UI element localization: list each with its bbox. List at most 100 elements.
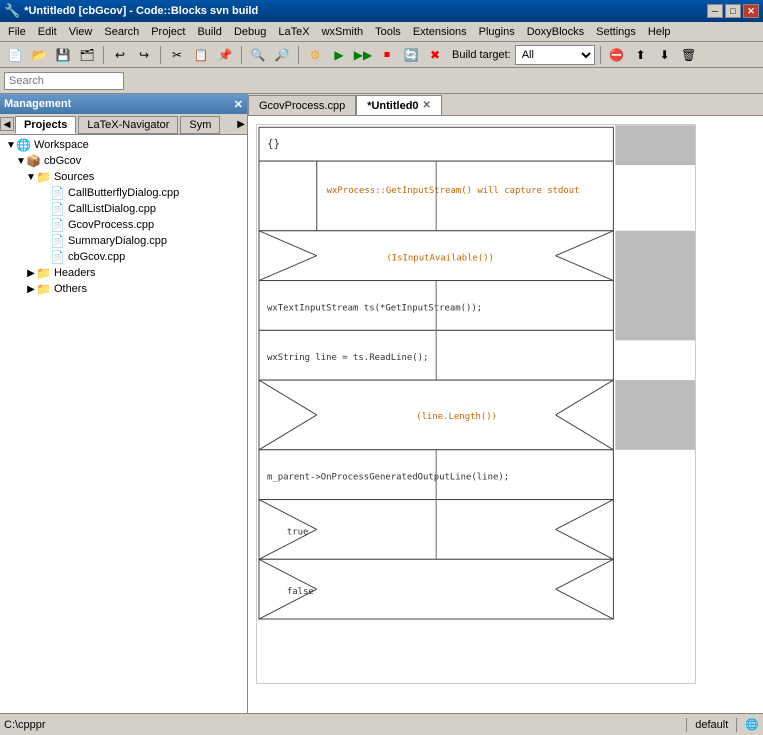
tree-item-file-4[interactable]: 📄 cbGcov.cpp (2, 249, 245, 265)
tree-item-file-2[interactable]: 📄 GcovProcess.cpp (2, 217, 245, 233)
copy-button[interactable]: 📋 (190, 44, 212, 66)
minimize-button[interactable]: ─ (707, 4, 723, 18)
sources-toggle[interactable]: ▼ (26, 172, 36, 183)
open-button[interactable]: 📂 (28, 44, 50, 66)
menu-view[interactable]: View (63, 24, 99, 40)
project-toggle[interactable]: ▼ (16, 156, 26, 167)
sep2 (160, 46, 161, 64)
file0-label: CallButterflyDialog.cpp (68, 187, 179, 199)
clear-output-button[interactable]: 🗑 (678, 44, 700, 66)
menu-latex[interactable]: LaTeX (272, 24, 315, 40)
sep1 (103, 46, 104, 64)
save-button[interactable]: 💾 (52, 44, 74, 66)
svg-text:(IsInputAvailable()): (IsInputAvailable()) (386, 254, 494, 264)
main-area: Management ✕ ◀ Projects LaTeX-Navigator … (0, 94, 763, 713)
next-error-button[interactable]: ⬇ (654, 44, 676, 66)
build-target-select[interactable]: All Debug Release (515, 45, 595, 65)
editor-area: GcovProcess.cpp *Untitled0 ✕ {} (248, 94, 763, 713)
svg-text:true: true (287, 527, 309, 537)
diagram-container[interactable]: {} wxProcess::GetInputStream() will capt… (248, 116, 763, 713)
tree-item-workspace[interactable]: ▼ 🌐 Workspace (2, 137, 245, 153)
menu-tools[interactable]: Tools (369, 24, 407, 40)
sidebar-next-button[interactable]: ▶ (237, 119, 245, 130)
svg-text:(line.Length()): (line.Length()) (416, 412, 497, 422)
status-right: default 🌐 (686, 718, 759, 732)
replace-button[interactable]: 🔎 (271, 44, 293, 66)
menu-extensions[interactable]: Extensions (407, 24, 473, 40)
paste-button[interactable]: 📌 (214, 44, 236, 66)
window-title: *Untitled0 [cbGcov] - Code::Blocks svn b… (24, 5, 258, 17)
undo-button[interactable]: ↩ (109, 44, 131, 66)
tree-item-others[interactable]: ▶ 📁 Others (2, 281, 245, 297)
sidebar-title: Management (4, 98, 71, 110)
sidebar-tab-projects[interactable]: Projects (15, 116, 76, 134)
menu-help[interactable]: Help (642, 24, 677, 40)
menu-plugins[interactable]: Plugins (473, 24, 521, 40)
new-button[interactable]: 📄 (4, 44, 26, 66)
workspace-toggle[interactable]: ▼ (6, 140, 16, 151)
tree-item-sources[interactable]: ▼ 📁 Sources (2, 169, 245, 185)
editor-tabs: GcovProcess.cpp *Untitled0 ✕ (248, 94, 763, 116)
rebuild-button[interactable]: 🔄 (400, 44, 422, 66)
sidebar: Management ✕ ◀ Projects LaTeX-Navigator … (0, 94, 248, 713)
menu-settings[interactable]: Settings (590, 24, 642, 40)
tree-item-project[interactable]: ▼ 📦 cbGcov (2, 153, 245, 169)
run-button[interactable]: ▶ (328, 44, 350, 66)
menu-file[interactable]: File (2, 24, 32, 40)
others-toggle[interactable]: ▶ (26, 284, 36, 295)
maximize-button[interactable]: □ (725, 4, 741, 18)
project-icon: 📦 (26, 154, 41, 168)
tree-item-file-1[interactable]: 📄 CallListDialog.cpp (2, 201, 245, 217)
save-all-button[interactable]: 🗂 (76, 44, 98, 66)
tree-item-file-0[interactable]: 📄 CallButterflyDialog.cpp (2, 185, 245, 201)
diagram-svg: {} wxProcess::GetInputStream() will capt… (257, 125, 695, 683)
project-tree: ▼ 🌐 Workspace ▼ 📦 cbGcov ▼ 📁 Sources (0, 135, 247, 713)
tree-item-file-3[interactable]: 📄 SummaryDialog.cpp (2, 233, 245, 249)
sidebar-close-icon[interactable]: ✕ (234, 98, 243, 111)
others-icon: 📁 (36, 282, 51, 296)
untitled-tab-label: *Untitled0 (367, 100, 418, 112)
status-bar: C:\cpppr default 🌐 (0, 713, 763, 735)
menu-edit[interactable]: Edit (32, 24, 63, 40)
sources-icon: 📁 (36, 170, 51, 184)
build-run-button[interactable]: ▶▶ (352, 44, 374, 66)
tab-close-icon[interactable]: ✕ (423, 100, 431, 111)
sidebar-tabs: ◀ Projects LaTeX-Navigator Sym ▶ (0, 114, 247, 135)
find-button[interactable]: 🔍 (247, 44, 269, 66)
tree-item-headers[interactable]: ▶ 📁 Headers (2, 265, 245, 281)
app-icon: 🔧 (4, 3, 20, 19)
menu-project[interactable]: Project (145, 24, 191, 40)
menu-wxsmith[interactable]: wxSmith (316, 24, 370, 40)
status-sep2 (736, 718, 737, 732)
sep3 (241, 46, 242, 64)
file1-icon: 📄 (50, 202, 65, 216)
search-input[interactable] (4, 72, 124, 90)
menu-debug[interactable]: Debug (228, 24, 272, 40)
sidebar-tab-sym[interactable]: Sym (180, 116, 220, 134)
menu-search[interactable]: Search (98, 24, 145, 40)
prev-error-button[interactable]: ⬆ (630, 44, 652, 66)
sidebar-header: Management ✕ (0, 94, 247, 114)
editor-tab-gcov[interactable]: GcovProcess.cpp (248, 95, 356, 115)
headers-toggle[interactable]: ▶ (26, 268, 36, 279)
diagram-canvas: {} wxProcess::GetInputStream() will capt… (256, 124, 696, 684)
cut-button[interactable]: ✂ (166, 44, 188, 66)
compile-button[interactable]: ⚙ (304, 44, 326, 66)
sep4 (298, 46, 299, 64)
project-label: cbGcov (44, 155, 81, 167)
svg-text:m_parent->OnProcessGeneratedOu: m_parent->OnProcessGeneratedOutputLine(l… (267, 473, 509, 483)
sidebar-prev-button[interactable]: ◀ (0, 117, 14, 131)
sidebar-tab-latex[interactable]: LaTeX-Navigator (78, 116, 178, 134)
menu-doxyblocks[interactable]: DoxyBlocks (521, 24, 590, 40)
svg-text:false: false (287, 587, 314, 597)
stop-button[interactable]: ⏹ (376, 44, 398, 66)
status-default: default (695, 719, 728, 731)
clean-button[interactable]: ✖ (424, 44, 446, 66)
build-target-label: Build target: (452, 49, 511, 61)
close-button[interactable]: ✕ (743, 4, 759, 18)
menu-build[interactable]: Build (191, 24, 227, 40)
workspace-icon: 🌐 (16, 138, 31, 152)
editor-tab-untitled[interactable]: *Untitled0 ✕ (356, 95, 442, 115)
abort-button[interactable]: ⛔ (606, 44, 628, 66)
redo-button[interactable]: ↪ (133, 44, 155, 66)
